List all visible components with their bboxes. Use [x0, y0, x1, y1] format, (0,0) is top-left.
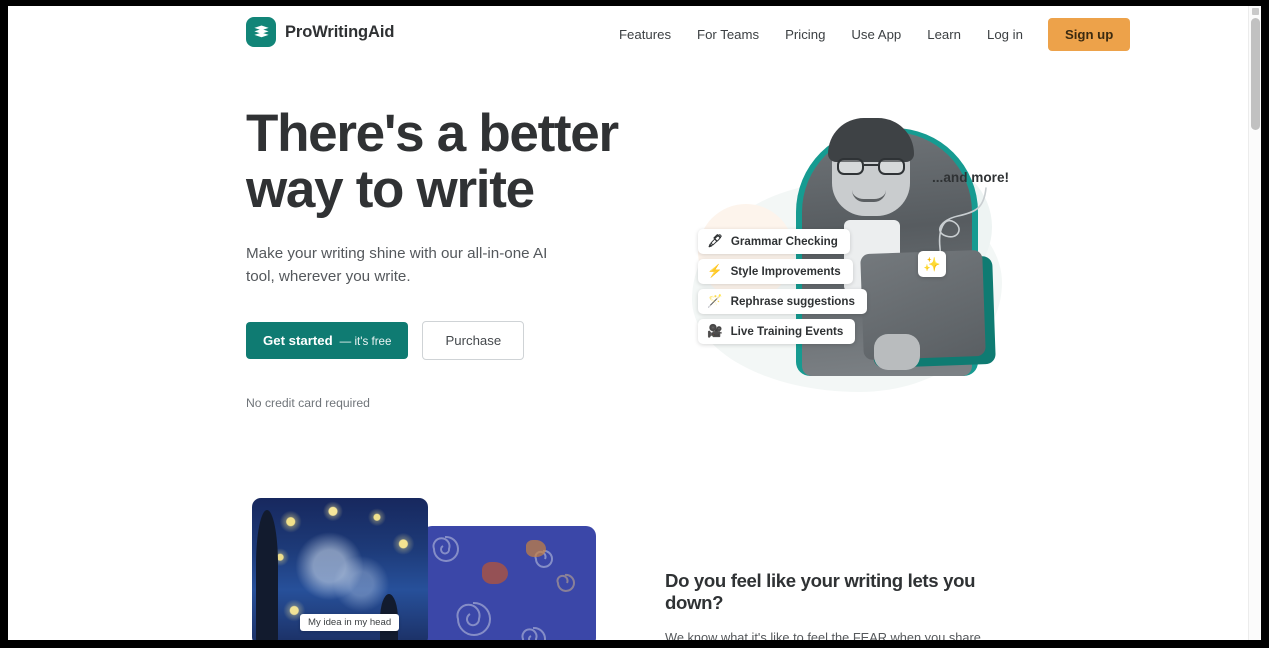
hero-title-line-1: There's a better [246, 104, 619, 163]
feature-chip-label: Live Training Events [730, 325, 844, 338]
feature-chip-label: Grammar Checking [730, 235, 838, 248]
browser-window: ProWritingAid Features For Teams Pricing… [0, 0, 1269, 648]
feature-chip-rephrase-suggestions: 🪄 Rephrase suggestions [698, 289, 867, 314]
get-started-button[interactable]: Get started — it's free [246, 322, 409, 359]
nav-item-pricing[interactable]: Pricing [772, 21, 838, 48]
glasses-bridge [864, 164, 878, 167]
swirl-doodle [456, 601, 491, 636]
cypress-tree [256, 510, 278, 640]
site-header: ProWritingAid Features For Teams Pricing… [8, 6, 1261, 62]
sparkles-icon: ✨ [918, 251, 946, 277]
page-content: ProWritingAid Features For Teams Pricing… [8, 6, 1261, 640]
page-title: There's a better way to write [246, 106, 626, 218]
person-hair [828, 118, 914, 162]
nav-item-log-in[interactable]: Log in [974, 21, 1036, 48]
video-camera-icon: 🎥 [707, 324, 723, 339]
get-started-sublabel: — it's free [339, 335, 392, 348]
glasses-icon [837, 158, 905, 175]
hero-subtitle: Make your writing shine with our all-in-… [246, 245, 548, 285]
section2-copy: Do you feel like your writing lets you d… [665, 570, 1015, 640]
hero-illustration: 🖋 Grammar Checking ⚡ Style Improvements … [676, 108, 1021, 408]
hero-cta-group: Get started — it's free Purchase [246, 321, 626, 360]
pen-icon: 🖋 [707, 234, 723, 249]
starry-night-image: My idea in my head [252, 498, 428, 640]
feature-chip-grammar-checking: 🖋 Grammar Checking [698, 229, 850, 254]
swirl-doodle [432, 535, 459, 562]
brand-logo-link[interactable]: ProWritingAid [246, 17, 394, 47]
vertical-scrollbar[interactable] [1248, 6, 1261, 640]
idea-in-my-head-label: My idea in my head [300, 614, 400, 631]
feature-chip-label: Rephrase suggestions [730, 295, 855, 308]
purple-doodle-card [422, 526, 596, 640]
prowritingaid-book-logo-icon [246, 17, 276, 47]
section2-illustration: My idea in my head [246, 496, 596, 640]
paint-blot [482, 562, 508, 584]
nav-item-for-teams[interactable]: For Teams [684, 21, 772, 48]
hero-section: There's a better way to write Make your … [8, 62, 1261, 482]
sign-up-button[interactable]: Sign up [1047, 17, 1131, 51]
get-started-label: Get started [263, 333, 333, 348]
person-hand [874, 334, 920, 370]
feature-chip-style-improvements: ⚡ Style Improvements [698, 259, 853, 284]
no-credit-card-note: No credit card required [246, 396, 370, 410]
nav-item-learn[interactable]: Learn [914, 21, 974, 48]
magic-wand-icon: 🪄 [707, 294, 723, 309]
purchase-button[interactable]: Purchase [422, 321, 525, 360]
glasses-right-lens [878, 158, 905, 175]
glasses-left-lens [837, 158, 864, 175]
nav-item-use-app[interactable]: Use App [838, 21, 914, 48]
nav-item-features[interactable]: Features [606, 21, 684, 48]
section2-heading: Do you feel like your writing lets you d… [665, 570, 976, 613]
scroll-up-arrow[interactable] [1252, 8, 1259, 15]
swirl-doodle [556, 573, 575, 592]
writing-lets-you-down-section: My idea in my head Do you feel like your… [8, 482, 1261, 640]
main-navigation: Features For Teams Pricing Use App Learn… [606, 6, 1131, 62]
and-more-callout: ...and more! [932, 170, 1010, 185]
feature-chip-live-training-events: 🎥 Live Training Events [698, 319, 856, 344]
hero-title-line-2: way to write [246, 160, 535, 219]
lightning-icon: ⚡ [707, 264, 723, 279]
brand-name: ProWritingAid [285, 22, 395, 41]
feature-chip-label: Style Improvements [730, 265, 841, 278]
section2-body: We know what it's like to feel the FEAR … [665, 630, 981, 640]
scrollbar-thumb[interactable] [1251, 18, 1260, 130]
swirl-doodle [521, 626, 546, 640]
paint-blot [526, 540, 546, 557]
hero-copy: There's a better way to write Make your … [246, 106, 626, 410]
